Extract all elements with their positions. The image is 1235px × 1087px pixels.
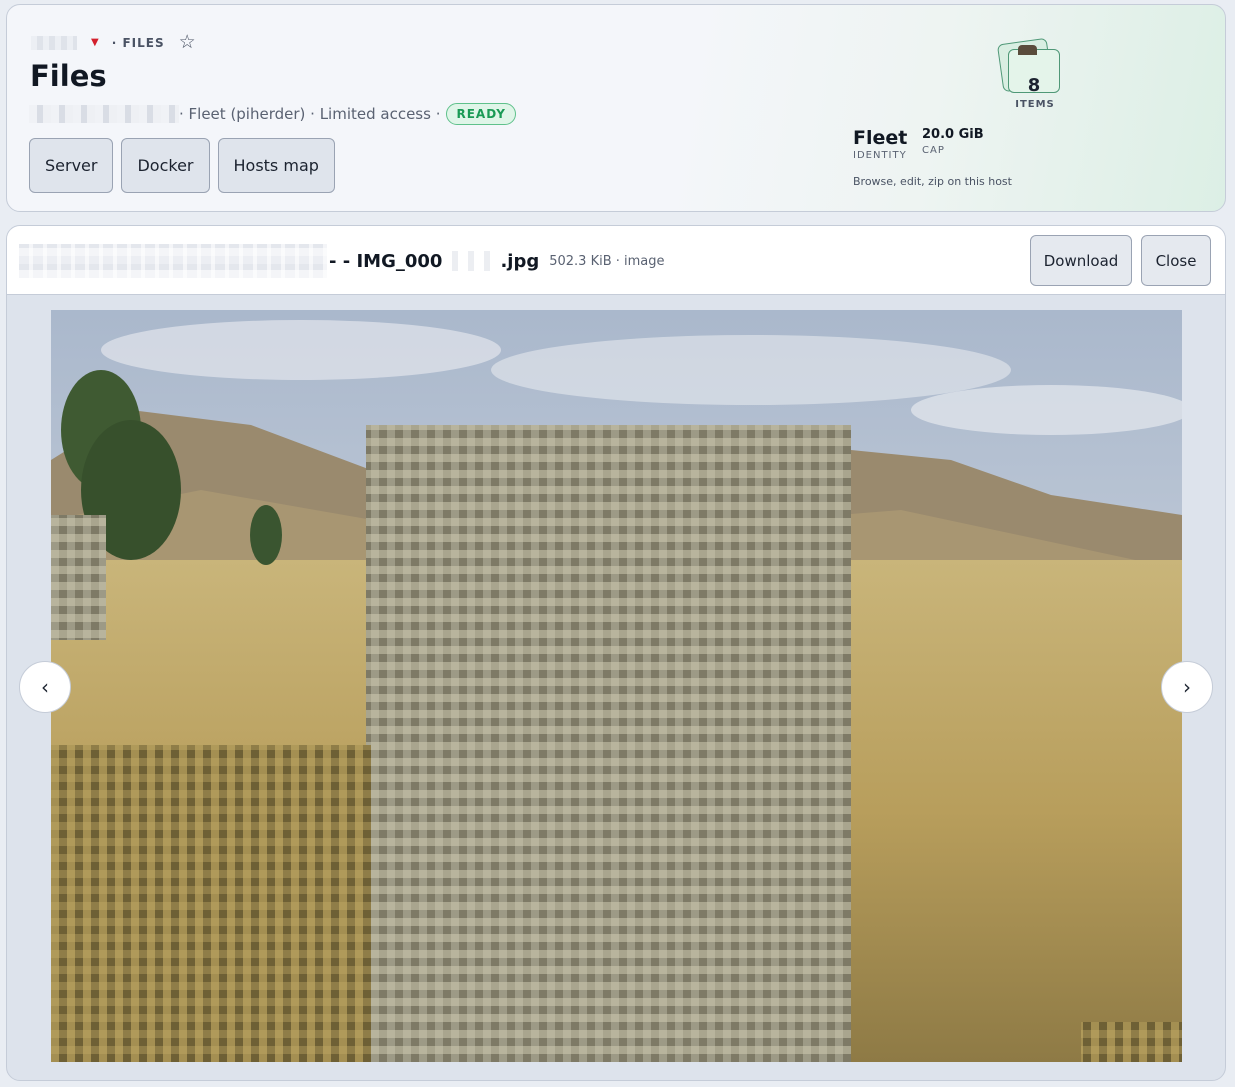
image-preview [51, 310, 1182, 1062]
items-label: ITEMS [1015, 99, 1055, 110]
status-badge: READY [446, 103, 516, 125]
image-viewer-card: - - IMG_000 .jpg 502.3 KiB · image Downl… [6, 225, 1226, 1081]
docker-button[interactable]: Docker [121, 138, 210, 193]
identity-label: IDENTITY [853, 150, 907, 161]
capacity-value: 20.0 GiB [922, 127, 984, 142]
host-nav-buttons: Server Docker Hosts map [29, 138, 335, 193]
viewer-toolbar: - - IMG_000 .jpg 502.3 KiB · image Downl… [7, 226, 1225, 295]
page-title: Files [30, 59, 107, 93]
file-extension: .jpg [500, 250, 540, 272]
file-name-start: - - IMG_000 [329, 250, 443, 272]
star-icon[interactable]: ☆ [179, 33, 196, 52]
redacted-file-path [19, 244, 327, 278]
server-button[interactable]: Server [29, 138, 114, 193]
breadcrumb-files: · FILES [111, 35, 165, 50]
redacted-host-name[interactable] [31, 35, 77, 50]
host-description: Browse, edit, zip on this host [853, 175, 1012, 188]
identity-stat: Fleet IDENTITY [853, 127, 907, 161]
redacted-host-address [29, 105, 179, 123]
capacity-label: CAP [922, 145, 945, 156]
capacity-stat: 20.0 GiB CAP [922, 127, 984, 156]
hosts-map-button[interactable]: Hosts map [217, 138, 335, 193]
items-count: 8 [1027, 75, 1041, 96]
host-meta-text: · Fleet (piherder) · Limited access · [179, 105, 441, 123]
redacted-file-name [442, 251, 501, 271]
identity-name: Fleet [853, 127, 908, 149]
landscape-photo [51, 310, 1182, 1062]
file-meta: 502.3 KiB · image [549, 253, 665, 269]
breadcrumb: ▼ · FILES ☆ [31, 33, 196, 52]
folder-tab-icon [1018, 45, 1037, 55]
download-button[interactable]: Download [1030, 235, 1132, 286]
next-image-button[interactable]: › [1161, 661, 1213, 713]
files-header-card: ▼ · FILES ☆ Files · Fleet (piherder) · L… [6, 4, 1226, 212]
dropdown-caret-icon[interactable]: ▼ [91, 37, 100, 48]
file-title: - - IMG_000 .jpg 502.3 KiB · image [19, 244, 665, 278]
host-meta-line: · Fleet (piherder) · Limited access · RE… [29, 103, 516, 125]
close-button[interactable]: Close [1141, 235, 1211, 286]
previous-image-button[interactable]: ‹ [19, 661, 71, 713]
items-count-widget: 8 ITEMS [996, 35, 1063, 111]
